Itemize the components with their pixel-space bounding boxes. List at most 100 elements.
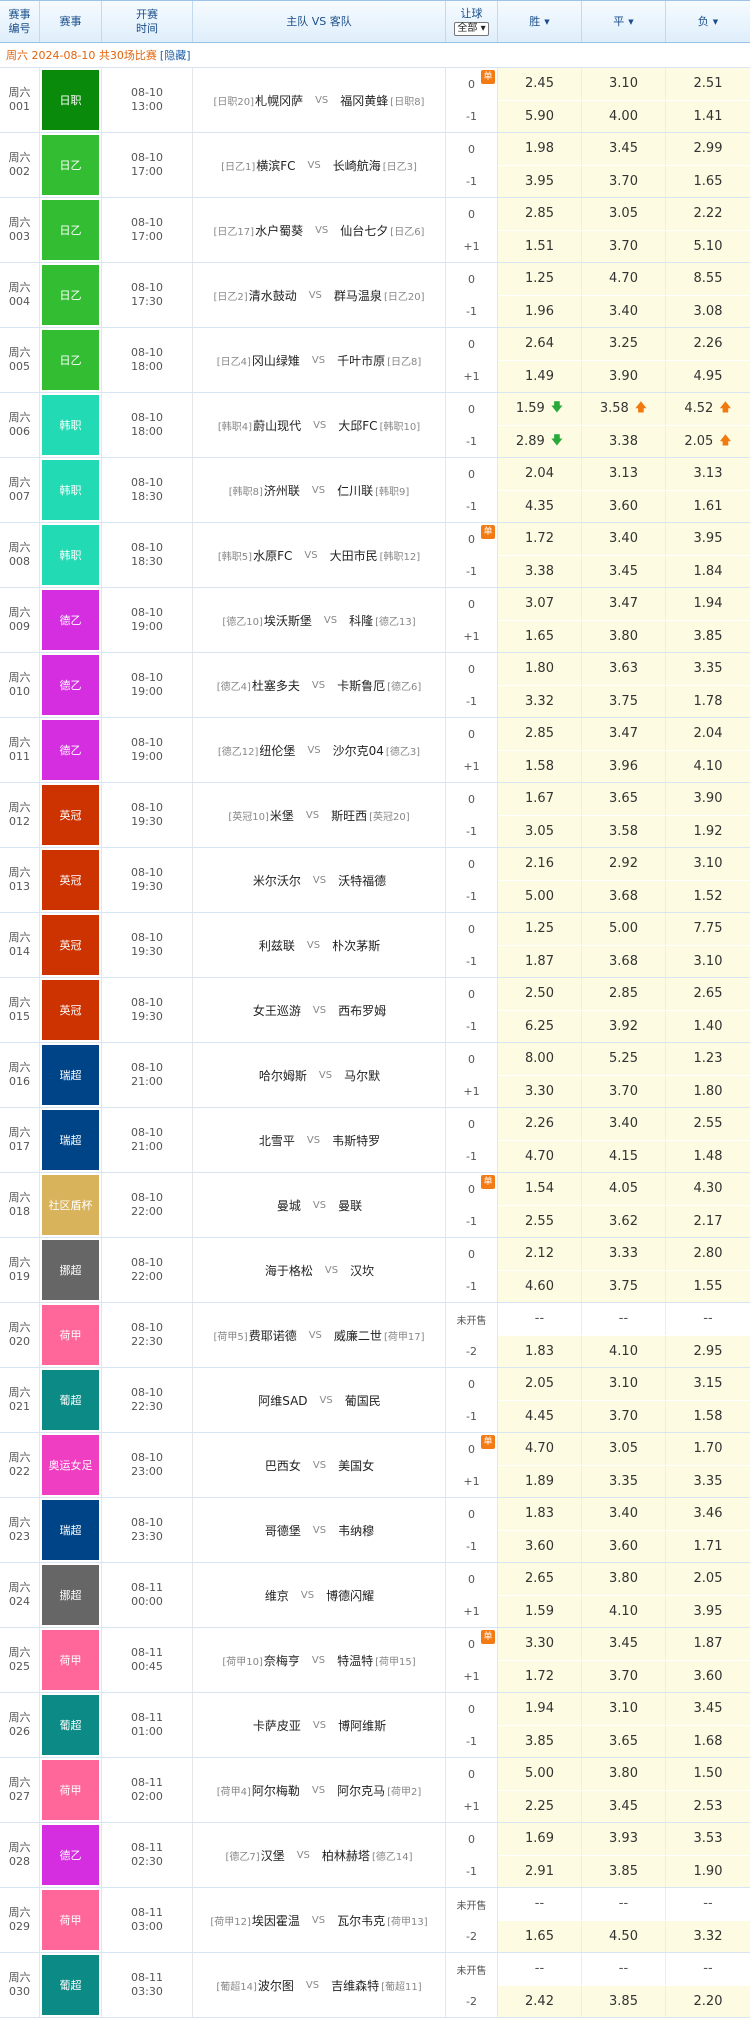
odds-draw[interactable]: 3.60 xyxy=(582,490,666,522)
odds-lose[interactable]: 3.32 xyxy=(666,1920,750,1952)
odds-win[interactable]: 4.70 xyxy=(498,1433,582,1465)
odds-lose[interactable]: 3.08 xyxy=(666,295,750,327)
odds-draw[interactable]: 3.80 xyxy=(582,1563,666,1595)
odds-lose[interactable]: 1.78 xyxy=(666,685,750,717)
odds-win[interactable]: 2.50 xyxy=(498,978,582,1010)
away-team[interactable]: 仙台七夕 xyxy=(340,222,388,239)
col-win[interactable]: 胜 ▼ xyxy=(498,1,582,42)
odds-lose[interactable]: 3.45 xyxy=(666,1693,750,1725)
odds-draw[interactable]: 3.68 xyxy=(582,880,666,912)
col-id[interactable]: 赛事 编号 xyxy=(0,1,40,42)
odds-win[interactable]: 1.25 xyxy=(498,263,582,295)
odds-draw[interactable]: 3.40 xyxy=(582,523,666,555)
league-badge[interactable]: 日乙 xyxy=(42,330,99,390)
league-badge[interactable]: 韩职 xyxy=(42,395,99,455)
odds-win[interactable]: 2.65 xyxy=(498,1563,582,1595)
odds-lose[interactable]: 4.30 xyxy=(666,1173,750,1205)
odds-draw[interactable]: 4.15 xyxy=(582,1140,666,1172)
col-league[interactable]: 赛事 xyxy=(40,1,102,42)
odds-lose[interactable]: 1.65 xyxy=(666,165,750,197)
col-draw[interactable]: 平 ▼ xyxy=(582,1,666,42)
home-team[interactable]: 水户蜀葵 xyxy=(255,222,303,239)
home-team[interactable]: 阿维SAD xyxy=(258,1392,307,1409)
away-team[interactable]: 博德闪耀 xyxy=(326,1587,374,1604)
away-team[interactable]: 仁川联 xyxy=(337,482,373,499)
odds-lose[interactable]: 3.13 xyxy=(666,458,750,490)
home-team[interactable]: 米尔沃尔 xyxy=(253,872,301,889)
odds-draw[interactable]: 2.92 xyxy=(582,848,666,880)
odds-win[interactable]: 4.35 xyxy=(498,490,582,522)
odds-lose[interactable]: 3.35 xyxy=(666,653,750,685)
odds-lose[interactable]: 1.50 xyxy=(666,1758,750,1790)
odds-lose[interactable]: 2.65 xyxy=(666,978,750,1010)
away-team[interactable]: 朴次茅斯 xyxy=(332,937,380,954)
odds-lose[interactable]: 3.10 xyxy=(666,945,750,977)
odds-draw[interactable]: 3.65 xyxy=(582,1725,666,1757)
league-badge[interactable]: 德乙 xyxy=(42,1825,99,1885)
home-team[interactable]: 曼城 xyxy=(277,1197,301,1214)
odds-lose[interactable]: 3.10 xyxy=(666,848,750,880)
odds-lose[interactable]: 7.75 xyxy=(666,913,750,945)
odds-draw[interactable]: 3.80 xyxy=(582,620,666,652)
odds-draw[interactable]: 4.70 xyxy=(582,263,666,295)
away-team[interactable]: 马尔默 xyxy=(344,1067,380,1084)
away-team[interactable]: 韦纳穆 xyxy=(338,1522,374,1539)
odds-lose[interactable]: 2.05 🡅 xyxy=(666,425,750,457)
odds-draw[interactable]: 3.70 xyxy=(582,165,666,197)
away-team[interactable]: 韦斯特罗 xyxy=(332,1132,380,1149)
home-team[interactable]: 维京 xyxy=(265,1587,289,1604)
away-team[interactable]: 大邱FC xyxy=(338,417,377,434)
home-team[interactable]: 卡萨皮亚 xyxy=(253,1717,301,1734)
league-badge[interactable]: 英冠 xyxy=(42,915,99,975)
odds-draw[interactable]: 3.45 xyxy=(582,133,666,165)
away-team[interactable]: 阿尔克马 xyxy=(337,1782,385,1799)
odds-lose[interactable]: 1.40 xyxy=(666,1010,750,1042)
league-badge[interactable]: 英冠 xyxy=(42,850,99,910)
odds-draw[interactable]: 3.40 xyxy=(582,1498,666,1530)
odds-draw[interactable]: 3.45 xyxy=(582,555,666,587)
home-team[interactable]: 女王巡游 xyxy=(253,1002,301,1019)
away-team[interactable]: 大田市民 xyxy=(330,547,378,564)
odds-draw[interactable]: 5.00 xyxy=(582,913,666,945)
odds-win[interactable]: 2.85 xyxy=(498,198,582,230)
odds-lose[interactable]: 3.95 xyxy=(666,523,750,555)
home-team[interactable]: 阿尔梅勒 xyxy=(252,1782,300,1799)
odds-win[interactable]: 1.54 xyxy=(498,1173,582,1205)
league-badge[interactable]: 英冠 xyxy=(42,785,99,845)
odds-lose[interactable]: 3.85 xyxy=(666,620,750,652)
odds-draw[interactable]: 3.90 xyxy=(582,360,666,392)
league-badge[interactable]: 日乙 xyxy=(42,135,99,195)
home-team[interactable]: 奈梅亨 xyxy=(264,1652,300,1669)
odds-draw[interactable]: 3.70 xyxy=(582,230,666,262)
league-badge[interactable]: 荷甲 xyxy=(42,1890,99,1950)
col-lose[interactable]: 负 ▼ xyxy=(666,1,750,42)
odds-win[interactable]: 1.67 xyxy=(498,783,582,815)
odds-win[interactable]: 5.90 xyxy=(498,100,582,132)
odds-draw[interactable]: 3.60 xyxy=(582,1530,666,1562)
odds-lose[interactable]: 4.95 xyxy=(666,360,750,392)
odds-win[interactable]: 8.00 xyxy=(498,1043,582,1075)
odds-win[interactable]: 1.89 xyxy=(498,1465,582,1497)
odds-win[interactable]: 2.91 xyxy=(498,1855,582,1887)
odds-win[interactable]: 1.72 xyxy=(498,1660,582,1692)
home-team[interactable]: 清水鼓动 xyxy=(249,287,297,304)
odds-draw[interactable]: 4.10 xyxy=(582,1335,666,1367)
odds-draw[interactable]: 3.65 xyxy=(582,783,666,815)
odds-draw[interactable]: 2.85 xyxy=(582,978,666,1010)
home-team[interactable]: 汉堡 xyxy=(261,1847,285,1864)
odds-draw[interactable]: 3.92 xyxy=(582,1010,666,1042)
league-badge[interactable]: 葡超 xyxy=(42,1955,99,2015)
away-team[interactable]: 汉坎 xyxy=(350,1262,374,1279)
odds-draw[interactable]: 3.47 xyxy=(582,588,666,620)
home-team[interactable]: 埃沃斯堡 xyxy=(264,612,312,629)
home-team[interactable]: 札幌冈萨 xyxy=(255,92,303,109)
odds-draw[interactable]: 3.70 xyxy=(582,1400,666,1432)
odds-win[interactable]: 2.12 xyxy=(498,1238,582,1270)
odds-win[interactable]: 1.59 🡇 xyxy=(498,393,582,425)
odds-draw[interactable]: 3.05 xyxy=(582,1433,666,1465)
odds-draw[interactable]: 5.25 xyxy=(582,1043,666,1075)
odds-win[interactable]: 1.59 xyxy=(498,1595,582,1627)
odds-win[interactable]: 5.00 xyxy=(498,880,582,912)
odds-lose[interactable]: 2.55 xyxy=(666,1108,750,1140)
home-team[interactable]: 纽伦堡 xyxy=(259,742,295,759)
